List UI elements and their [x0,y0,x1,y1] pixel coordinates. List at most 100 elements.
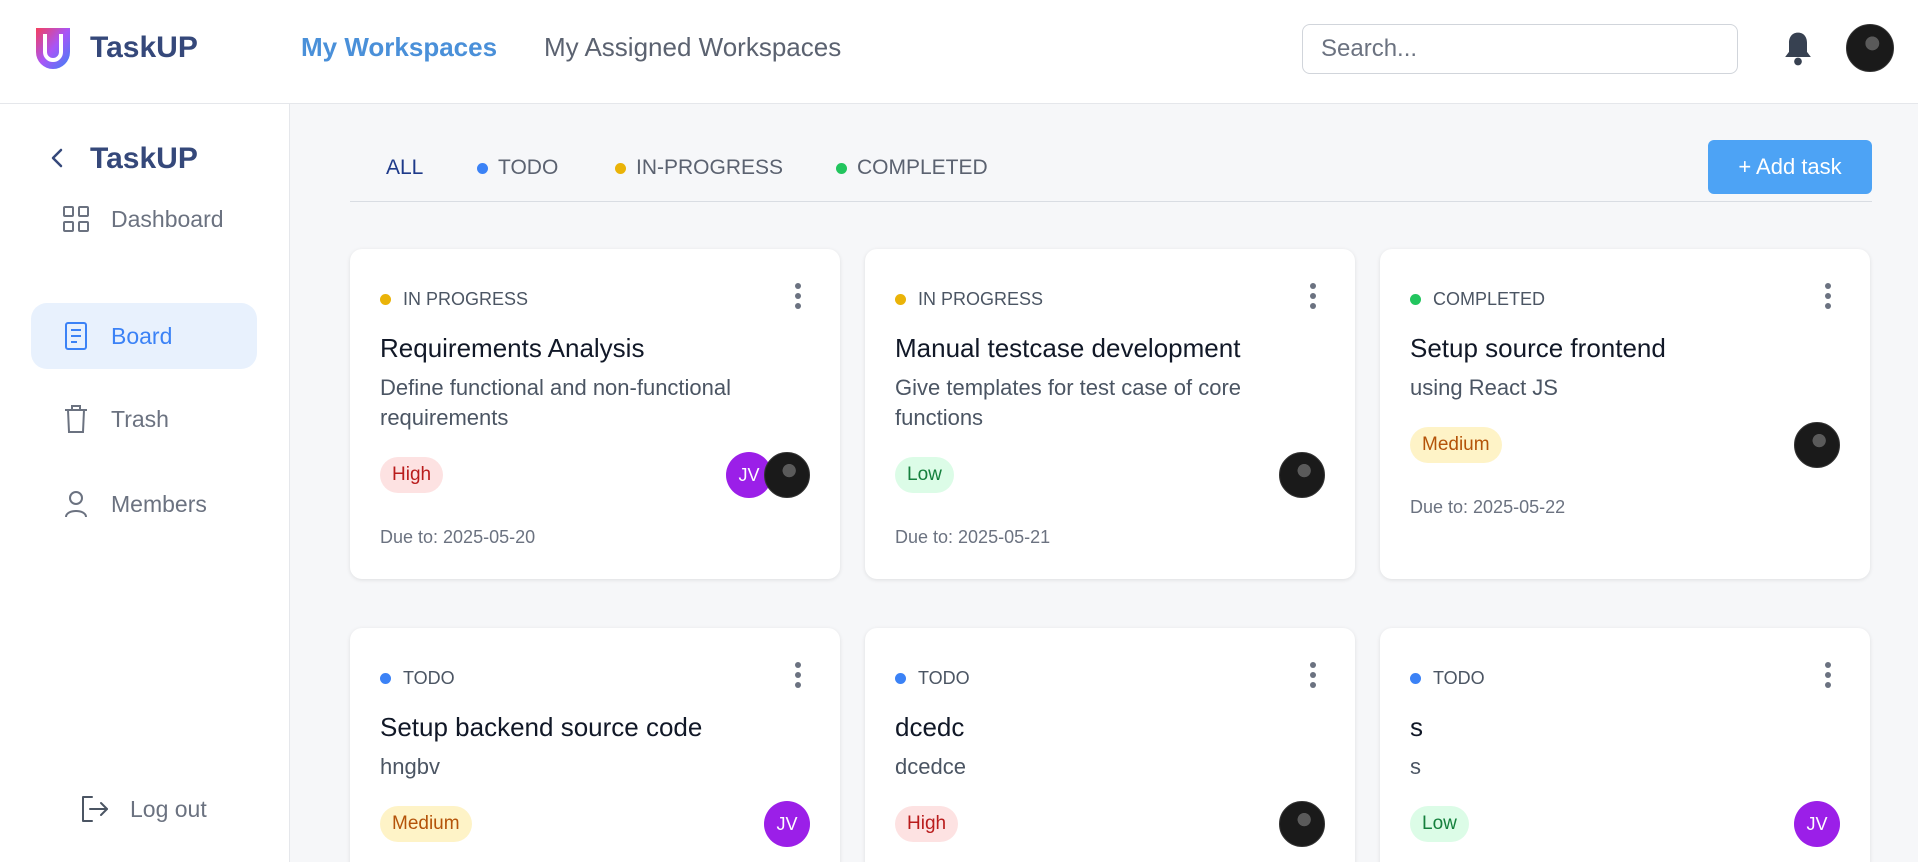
tab-label: TODO [498,156,559,179]
priority-badge: Low [895,457,954,493]
status-label: IN PROGRESS [918,289,1044,309]
nav-my-assigned-workspaces[interactable]: My Assigned Workspaces [544,32,841,63]
task-card[interactable]: IN PROGRESS Manual testcase development … [865,249,1355,579]
task-status: TODO [895,668,970,689]
app-name: TaskUP [90,31,198,64]
status-dot [380,673,391,684]
user-avatar[interactable] [1846,24,1894,72]
tab-label: IN-PROGRESS [636,156,784,179]
status-dot [380,294,391,305]
sidebar-item-dashboard[interactable]: Dashboard [31,186,257,252]
task-description: using React JS [1410,375,1558,400]
nav-my-workspaces[interactable]: My Workspaces [301,32,497,63]
status-filter-tabs: ALL TODO IN-PROGRESS COMPLETED [350,140,1872,202]
status-label: TODO [918,668,970,688]
priority-badge: High [380,457,444,493]
sidebar-item-label: Members [111,490,207,517]
grid-icon [61,204,91,234]
task-description: Give templates for test case of core fun… [895,375,1242,430]
logo-icon [36,28,70,69]
status-label: COMPLETED [1433,289,1546,309]
task-title: Setup source frontend [1410,333,1666,363]
status-dot [895,294,906,305]
priority-badge: Low [1410,806,1469,842]
top-header: TaskUP My Workspaces My Assigned Workspa… [0,0,1918,104]
task-card[interactable]: IN PROGRESS Requirements Analysis Define… [350,249,840,579]
more-options-icon[interactable] [792,660,804,690]
logout-button[interactable]: Log out [80,794,207,824]
task-title: dcedc [895,712,965,742]
assignee-avatars [1279,801,1325,847]
task-status: COMPLETED [1410,289,1545,310]
sidebar-title: TaskUP [90,142,198,175]
status-label: TODO [1433,668,1485,688]
sidebar-item-label: Board [111,322,173,349]
status-label: IN PROGRESS [403,289,529,309]
status-dot [836,162,847,174]
assignee-avatars: JV [764,801,810,847]
tab-label: COMPLETED [857,156,988,179]
assignee-avatar[interactable]: JV [764,801,810,847]
sidebar: TaskUP Dashboard Board Trash Members Log… [0,104,290,862]
assignee-avatar[interactable] [764,452,810,498]
task-status: TODO [380,668,455,689]
assignee-avatars: JV [726,452,810,498]
priority-badge: High [895,806,959,842]
task-description: dcedce [895,754,966,779]
tab-all[interactable]: ALL [386,156,423,180]
logout-label: Log out [130,795,207,822]
task-description: hngbv [380,754,440,779]
assignee-avatar[interactable]: JV [1794,801,1840,847]
assignee-avatars: JV [1794,801,1840,847]
more-options-icon[interactable] [1822,660,1834,690]
document-icon [61,321,91,351]
more-options-icon[interactable] [1307,660,1319,690]
task-card[interactable]: TODO dcedc dcedce High [865,628,1355,862]
status-label: TODO [403,668,455,688]
assignee-avatars [1279,452,1325,498]
due-date: Due to: 2025-05-21 [895,527,1051,547]
sidebar-item-members[interactable]: Members [31,471,257,537]
task-status: IN PROGRESS [895,289,1043,310]
more-options-icon[interactable] [1307,281,1319,311]
logout-icon [82,796,108,822]
assignee-avatar[interactable] [1279,452,1325,498]
search-input[interactable] [1302,24,1738,74]
more-options-icon[interactable] [1822,281,1834,311]
due-date: Due to: 2025-05-20 [380,527,536,547]
chevron-left-icon[interactable] [46,146,70,170]
assignee-avatar[interactable] [1794,422,1840,468]
priority-badge: Medium [380,806,472,842]
status-dot [1410,294,1421,305]
sidebar-item-board[interactable]: Board [31,303,257,369]
task-description: Define functional and non-functional req… [380,375,732,430]
task-title: Requirements Analysis [380,333,645,363]
more-options-icon[interactable] [792,281,804,311]
status-dot [895,673,906,684]
task-title: Setup backend source code [380,712,703,742]
task-card[interactable]: TODO s s Low JV [1380,628,1870,862]
sidebar-item-label: Dashboard [111,205,224,232]
tab-completed[interactable]: COMPLETED [836,156,988,180]
due-date: Due to: 2025-05-22 [1410,497,1566,517]
add-task-button[interactable]: + Add task [1708,140,1872,194]
trash-icon [61,404,91,434]
app-logo[interactable]: TaskUP [32,24,198,72]
bell-icon[interactable] [1782,30,1814,66]
task-description: s [1410,754,1421,779]
tab-label: ALL [386,156,424,179]
tab-in-progress[interactable]: IN-PROGRESS [615,156,783,180]
task-card[interactable]: COMPLETED Setup source frontend using Re… [1380,249,1870,579]
user-icon [61,489,91,519]
sidebar-item-label: Trash [111,405,169,432]
status-dot [1410,673,1421,684]
assignee-avatar[interactable] [1279,801,1325,847]
priority-badge: Medium [1410,427,1502,463]
status-dot [615,162,626,174]
task-status: IN PROGRESS [380,289,528,310]
task-card[interactable]: TODO Setup backend source code hngbv Med… [350,628,840,862]
status-dot [477,162,488,174]
sidebar-item-trash[interactable]: Trash [31,386,257,452]
task-title: Manual testcase development [895,333,1241,363]
tab-todo[interactable]: TODO [477,156,558,180]
